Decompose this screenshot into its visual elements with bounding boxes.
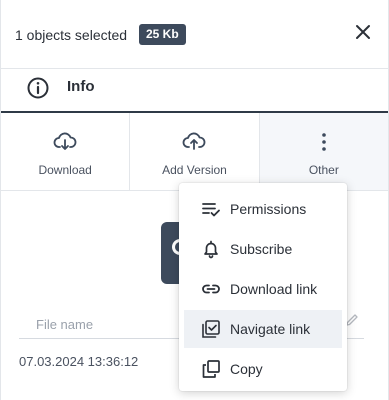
download-label: Download [38, 163, 92, 177]
selection-count: 1 objects selected [15, 27, 128, 43]
info-panel: 1 objects selected 25 Kb Info Download A… [0, 0, 389, 400]
download-button[interactable]: Download [1, 113, 131, 190]
size-badge: 25 Kb [139, 24, 186, 45]
tab-label: Info [67, 78, 95, 95]
more-vertical-icon [322, 133, 326, 151]
tab-info[interactable]: Info [1, 68, 388, 113]
other-label: Other [308, 163, 339, 177]
menu-item-subscribe[interactable]: Subscribe [184, 230, 342, 268]
menu-item-download-link[interactable]: Download link [184, 270, 342, 308]
menu-item-navigate-link[interactable]: Navigate link [184, 310, 342, 348]
copy-icon [202, 360, 220, 378]
other-button[interactable]: Other [259, 113, 388, 190]
action-bar: Download Add Version Other [1, 113, 388, 191]
add-version-button[interactable]: Add Version [130, 113, 260, 190]
menu-item-label: Permissions [230, 201, 307, 217]
menu-item-copy[interactable]: Copy [184, 350, 342, 388]
modified-date: 07.03.2024 13:36:12 [19, 354, 139, 369]
other-dropdown-menu: Permissions Subscribe Download link Navi… [179, 183, 347, 391]
menu-item-permissions[interactable]: Permissions [184, 190, 342, 228]
link-icon [202, 284, 220, 294]
info-icon [27, 77, 49, 99]
permissions-icon [202, 203, 220, 217]
cloud-upload-icon [183, 132, 206, 150]
close-button[interactable] [350, 19, 376, 45]
menu-item-label: Subscribe [230, 241, 293, 257]
close-icon [356, 25, 370, 39]
bell-icon [204, 240, 218, 259]
menu-item-label: Download link [230, 281, 318, 297]
add-version-label: Add Version [162, 163, 227, 177]
file-name-placeholder: File name [36, 317, 94, 332]
menu-item-label: Navigate link [230, 321, 311, 337]
navigate-icon [202, 320, 220, 338]
panel-header: 1 objects selected 25 Kb [1, 0, 388, 69]
menu-item-label: Copy [230, 361, 263, 377]
cloud-download-icon [53, 132, 77, 150]
